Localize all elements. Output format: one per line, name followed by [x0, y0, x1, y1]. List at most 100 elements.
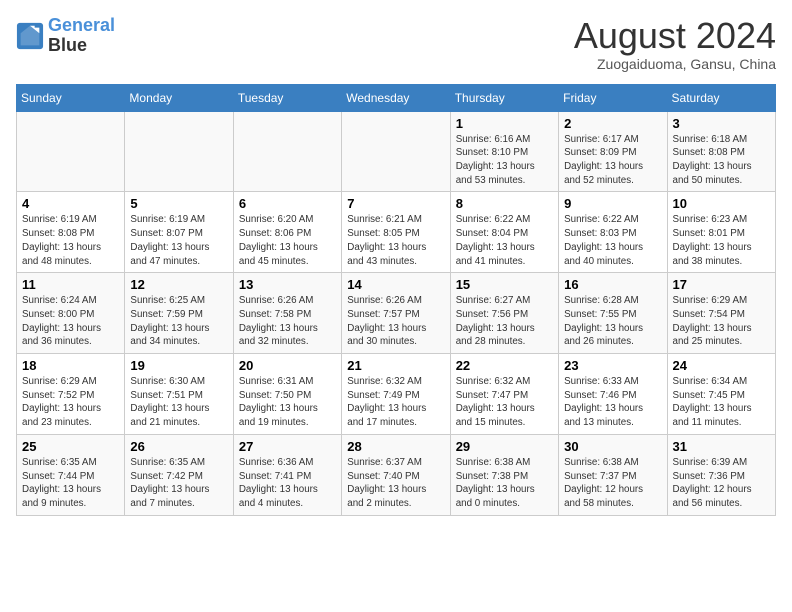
day-info: Sunrise: 6:19 AMSunset: 8:07 PMDaylight:…	[130, 213, 227, 268]
day-number: 5	[130, 196, 227, 211]
calendar-week: 4 Sunrise: 6:19 AMSunset: 8:08 PMDaylight…	[17, 192, 776, 273]
day-number: 10	[673, 196, 770, 211]
day-info: Sunrise: 6:33 AMSunset: 7:46 PMDaylight:…	[564, 375, 661, 430]
day-number: 3	[673, 116, 770, 131]
calendar-week: 11 Sunrise: 6:24 AMSunset: 8:00 PMDayligh…	[17, 273, 776, 354]
day-info: Sunrise: 6:17 AMSunset: 8:09 PMDaylight:…	[564, 133, 661, 188]
calendar-body: 1Sunrise: 6:16 AMSunset: 8:10 PMDaylight…	[17, 111, 776, 515]
day-number: 9	[564, 196, 661, 211]
calendar-cell: 13Sunrise: 6:26 AMSunset: 7:58 PMDayligh…	[233, 273, 341, 354]
day-info: Sunrise: 6:30 AMSunset: 7:51 PMDaylight:…	[130, 375, 227, 430]
day-number: 24	[673, 358, 770, 373]
day-info: Sunrise: 6:19 AMSunset: 8:08 PMDaylight:…	[22, 213, 119, 268]
calendar-cell: 30Sunrise: 6:38 AMSunset: 7:37 PMDayligh…	[559, 434, 667, 515]
day-info: Sunrise: 6:28 AMSunset: 7:55 PMDaylight:…	[564, 294, 661, 349]
weekday-header: Wednesday	[342, 84, 450, 111]
day-number: 18	[22, 358, 119, 373]
calendar-week: 1Sunrise: 6:16 AMSunset: 8:10 PMDaylight…	[17, 111, 776, 192]
logo: General Blue	[16, 16, 115, 56]
logo-icon	[16, 22, 44, 50]
day-info: Sunrise: 6:32 AMSunset: 7:47 PMDaylight:…	[456, 375, 553, 430]
page-header: General Blue August 2024 Zuogaiduoma, Ga…	[16, 16, 776, 72]
calendar-cell: 3 Sunrise: 6:18 AMSunset: 8:08 PMDaylight…	[667, 111, 775, 192]
day-number: 11	[22, 277, 119, 292]
day-number: 25	[22, 439, 119, 454]
calendar-cell: 15Sunrise: 6:27 AMSunset: 7:56 PMDayligh…	[450, 273, 558, 354]
weekday-header: Sunday	[17, 84, 125, 111]
day-number: 2	[564, 116, 661, 131]
calendar-table: SundayMondayTuesdayWednesdayThursdayFrid…	[16, 84, 776, 516]
day-number: 23	[564, 358, 661, 373]
day-number: 26	[130, 439, 227, 454]
day-number: 8	[456, 196, 553, 211]
day-info: Sunrise: 6:29 AMSunset: 7:52 PMDaylight:…	[22, 375, 119, 430]
weekday-header: Monday	[125, 84, 233, 111]
calendar-cell: 8 Sunrise: 6:22 AMSunset: 8:04 PMDaylight…	[450, 192, 558, 273]
calendar-cell: 19 Sunrise: 6:30 AMSunset: 7:51 PMDayligh…	[125, 354, 233, 435]
calendar-cell: 23 Sunrise: 6:33 AMSunset: 7:46 PMDayligh…	[559, 354, 667, 435]
day-info: Sunrise: 6:31 AMSunset: 7:50 PMDaylight:…	[239, 375, 336, 430]
day-info: Sunrise: 6:39 AMSunset: 7:36 PMDaylight:…	[673, 456, 770, 511]
calendar-cell	[17, 111, 125, 192]
day-number: 16	[564, 277, 661, 292]
calendar-cell: 21 Sunrise: 6:32 AMSunset: 7:49 PMDayligh…	[342, 354, 450, 435]
day-number: 19	[130, 358, 227, 373]
day-info: Sunrise: 6:21 AMSunset: 8:05 PMDaylight:…	[347, 213, 444, 268]
calendar-cell: 7 Sunrise: 6:21 AMSunset: 8:05 PMDaylight…	[342, 192, 450, 273]
logo-text: General Blue	[48, 16, 115, 56]
day-number: 31	[673, 439, 770, 454]
month-title: August 2024	[574, 16, 776, 56]
day-info: Sunrise: 6:22 AMSunset: 8:03 PMDaylight:…	[564, 213, 661, 268]
calendar-cell: 24 Sunrise: 6:34 AMSunset: 7:45 PMDayligh…	[667, 354, 775, 435]
calendar-header: SundayMondayTuesdayWednesdayThursdayFrid…	[17, 84, 776, 111]
day-number: 30	[564, 439, 661, 454]
day-number: 6	[239, 196, 336, 211]
calendar-cell: 6 Sunrise: 6:20 AMSunset: 8:06 PMDaylight…	[233, 192, 341, 273]
calendar-cell: 18 Sunrise: 6:29 AMSunset: 7:52 PMDayligh…	[17, 354, 125, 435]
day-info: Sunrise: 6:35 AMSunset: 7:42 PMDaylight:…	[130, 456, 227, 511]
calendar-cell: 17 Sunrise: 6:29 AMSunset: 7:54 PMDayligh…	[667, 273, 775, 354]
day-info: Sunrise: 6:35 AMSunset: 7:44 PMDaylight:…	[22, 456, 119, 511]
calendar-cell: 10 Sunrise: 6:23 AMSunset: 8:01 PMDayligh…	[667, 192, 775, 273]
calendar-cell	[342, 111, 450, 192]
day-number: 7	[347, 196, 444, 211]
day-info: Sunrise: 6:22 AMSunset: 8:04 PMDaylight:…	[456, 213, 553, 268]
location: Zuogaiduoma, Gansu, China	[574, 56, 776, 72]
calendar-cell: 27 Sunrise: 6:36 AMSunset: 7:41 PMDayligh…	[233, 434, 341, 515]
day-number: 13	[239, 277, 336, 292]
calendar-cell: 20Sunrise: 6:31 AMSunset: 7:50 PMDayligh…	[233, 354, 341, 435]
calendar-cell: 12Sunrise: 6:25 AMSunset: 7:59 PMDayligh…	[125, 273, 233, 354]
calendar-cell: 9 Sunrise: 6:22 AMSunset: 8:03 PMDaylight…	[559, 192, 667, 273]
day-info: Sunrise: 6:18 AMSunset: 8:08 PMDaylight:…	[673, 133, 770, 188]
calendar-cell: 26 Sunrise: 6:35 AMSunset: 7:42 PMDayligh…	[125, 434, 233, 515]
day-info: Sunrise: 6:29 AMSunset: 7:54 PMDaylight:…	[673, 294, 770, 349]
day-number: 28	[347, 439, 444, 454]
day-info: Sunrise: 6:25 AMSunset: 7:59 PMDaylight:…	[130, 294, 227, 349]
calendar-cell	[233, 111, 341, 192]
weekday-row: SundayMondayTuesdayWednesdayThursdayFrid…	[17, 84, 776, 111]
day-number: 14	[347, 277, 444, 292]
calendar-cell: 22Sunrise: 6:32 AMSunset: 7:47 PMDayligh…	[450, 354, 558, 435]
day-info: Sunrise: 6:37 AMSunset: 7:40 PMDaylight:…	[347, 456, 444, 511]
day-info: Sunrise: 6:34 AMSunset: 7:45 PMDaylight:…	[673, 375, 770, 430]
calendar-cell: 5 Sunrise: 6:19 AMSunset: 8:07 PMDaylight…	[125, 192, 233, 273]
calendar-cell	[125, 111, 233, 192]
day-info: Sunrise: 6:23 AMSunset: 8:01 PMDaylight:…	[673, 213, 770, 268]
day-number: 4	[22, 196, 119, 211]
day-number: 17	[673, 277, 770, 292]
weekday-header: Saturday	[667, 84, 775, 111]
day-info: Sunrise: 6:36 AMSunset: 7:41 PMDaylight:…	[239, 456, 336, 511]
day-info: Sunrise: 6:32 AMSunset: 7:49 PMDaylight:…	[347, 375, 444, 430]
day-info: Sunrise: 6:20 AMSunset: 8:06 PMDaylight:…	[239, 213, 336, 268]
calendar-cell: 11 Sunrise: 6:24 AMSunset: 8:00 PMDayligh…	[17, 273, 125, 354]
day-info: Sunrise: 6:24 AMSunset: 8:00 PMDaylight:…	[22, 294, 119, 349]
calendar-cell: 1Sunrise: 6:16 AMSunset: 8:10 PMDaylight…	[450, 111, 558, 192]
day-info: Sunrise: 6:38 AMSunset: 7:38 PMDaylight:…	[456, 456, 553, 511]
day-number: 15	[456, 277, 553, 292]
day-number: 27	[239, 439, 336, 454]
calendar-cell: 31 Sunrise: 6:39 AMSunset: 7:36 PMDayligh…	[667, 434, 775, 515]
day-number: 21	[347, 358, 444, 373]
weekday-header: Friday	[559, 84, 667, 111]
day-info: Sunrise: 6:16 AMSunset: 8:10 PMDaylight:…	[456, 133, 553, 188]
calendar-cell: 29Sunrise: 6:38 AMSunset: 7:38 PMDayligh…	[450, 434, 558, 515]
